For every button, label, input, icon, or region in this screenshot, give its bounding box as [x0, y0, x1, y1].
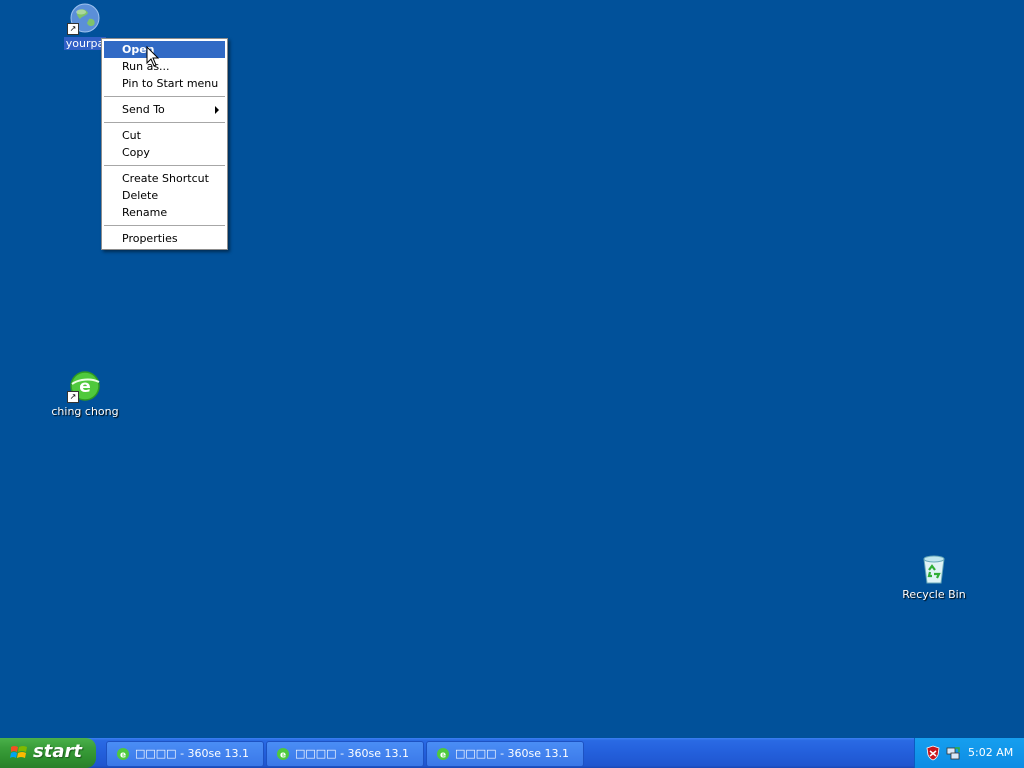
clock[interactable]: 5:02 AM	[968, 746, 1013, 759]
menu-item-rename[interactable]: Rename	[104, 204, 225, 221]
security-shield-icon[interactable]	[925, 745, 941, 761]
start-label: start	[33, 741, 82, 762]
menu-separator	[104, 225, 225, 226]
recycle-bin-icon	[918, 553, 950, 585]
menu-separator	[104, 96, 225, 97]
360-browser-icon: e	[277, 748, 289, 761]
menu-item-run-as[interactable]: Run as...	[104, 58, 225, 75]
360-browser-icon: e ↗	[67, 370, 101, 403]
taskbar-button[interactable]: e □□□□ - 360se 13.1	[106, 741, 264, 767]
windows-logo-icon	[10, 746, 27, 758]
menu-item-create-shortcut[interactable]: Create Shortcut	[104, 170, 225, 187]
360-browser-icon: e	[437, 748, 449, 761]
menu-item-open[interactable]: Open	[104, 41, 225, 58]
taskbar-button[interactable]: e □□□□ - 360se 13.1	[426, 741, 584, 767]
desktop-icon-ching-chong[interactable]: e ↗ ching chong	[45, 370, 125, 418]
svg-text:e: e	[280, 751, 286, 761]
shortcut-arrow-icon: ↗	[67, 23, 79, 35]
mouse-cursor-icon	[146, 46, 160, 67]
desktop-icon-label: yourpa	[63, 37, 107, 50]
taskbar-button-label: □□□□ - 360se 13.1	[455, 747, 570, 760]
menu-item-pin-to-start[interactable]: Pin to Start menu	[104, 75, 225, 92]
menu-item-cut[interactable]: Cut	[104, 127, 225, 144]
system-tray: 5:02 AM	[914, 738, 1024, 768]
shortcut-arrow-icon: ↗	[67, 391, 79, 403]
taskbar: start e □□□□ - 360se 13.1 e □□□□ - 360se…	[0, 738, 1024, 768]
menu-separator	[104, 122, 225, 123]
context-menu: Open Run as... Pin to Start menu Send To…	[101, 38, 228, 250]
taskbar-button[interactable]: e □□□□ - 360se 13.1	[266, 741, 424, 767]
start-button[interactable]: start	[0, 738, 96, 768]
globe-shortcut-icon: ↗	[67, 2, 101, 35]
desktop-icon-recycle-bin[interactable]: Recycle Bin	[894, 553, 974, 601]
menu-item-copy[interactable]: Copy	[104, 144, 225, 161]
desktop: ↗ yourpa e ↗ ching chong Recycle Bin Ope…	[0, 0, 1024, 738]
menu-item-properties[interactable]: Properties	[104, 230, 225, 247]
svg-text:e: e	[120, 751, 126, 761]
360-browser-icon: e	[117, 748, 129, 761]
taskbar-button-label: □□□□ - 360se 13.1	[295, 747, 410, 760]
network-icon[interactable]	[945, 745, 961, 761]
menu-item-label: Send To	[122, 103, 165, 116]
svg-text:e: e	[440, 751, 446, 761]
submenu-arrow-icon	[215, 106, 219, 114]
menu-separator	[104, 165, 225, 166]
menu-item-delete[interactable]: Delete	[104, 187, 225, 204]
taskbar-button-label: □□□□ - 360se 13.1	[135, 747, 250, 760]
menu-item-send-to[interactable]: Send To	[104, 101, 225, 118]
desktop-icon-label: Recycle Bin	[902, 588, 966, 601]
desktop-icon-label: ching chong	[51, 405, 119, 418]
